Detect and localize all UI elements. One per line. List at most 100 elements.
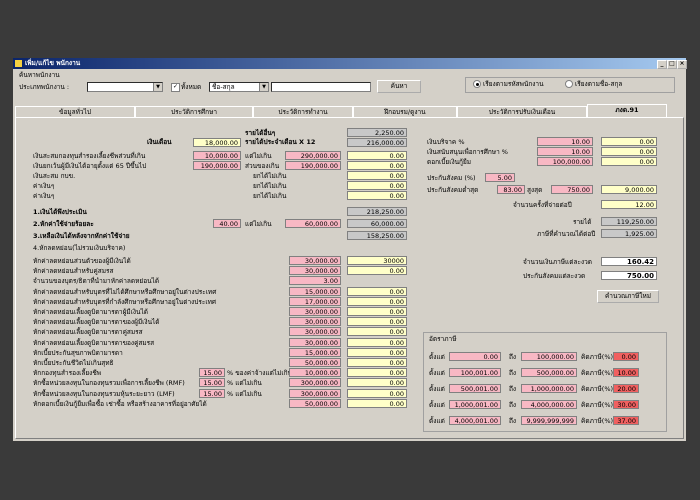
- deduction-label: หักค่าลดหย่อนเลี้ยงดูบิดามารดาของคู่สมรส: [33, 339, 155, 347]
- tab-education[interactable]: ประวัติการศึกษา: [135, 106, 253, 117]
- tax-from-field[interactable]: 0.00: [449, 352, 501, 361]
- education-support-pct[interactable]: 10.00: [537, 147, 593, 156]
- radio-selected-icon: [473, 80, 481, 88]
- deduction-max-field[interactable]: 17,000.00: [289, 297, 341, 306]
- deduction-pct-field[interactable]: 15.00: [199, 378, 225, 387]
- deduction-result-field: 0.00: [347, 399, 407, 408]
- tax-from-field[interactable]: 1,000,001.00: [449, 400, 501, 409]
- deduction-max-field[interactable]: 15,000.00: [289, 348, 341, 357]
- deduction-max-field[interactable]: 30,000.00: [289, 317, 341, 326]
- chevron-down-icon[interactable]: ▼: [153, 83, 162, 91]
- employee-type-select[interactable]: ▼: [87, 82, 163, 92]
- deduction-pct-note: % แต่ไม่เกิน: [227, 390, 262, 398]
- other1-result: 0.00: [347, 181, 407, 190]
- gpf-label: เงินสะสม กบข.: [33, 172, 76, 180]
- search-button[interactable]: ค้นหา: [377, 80, 421, 93]
- tax-to-label: ถึง: [509, 401, 517, 409]
- tax-to-field[interactable]: 4,000,000.00: [521, 400, 577, 409]
- provident-fund-max[interactable]: 290,000.00: [285, 151, 341, 160]
- loan-interest-max[interactable]: 100,000.00: [537, 157, 593, 166]
- tax-rate-field[interactable]: 0.00: [613, 352, 639, 361]
- deduction-max-field[interactable]: 30,000.00: [289, 266, 341, 275]
- tax-to-field[interactable]: 9,999,999,999: [521, 416, 577, 425]
- other-income-label: รายได้อื่นๆ: [245, 129, 276, 137]
- sort-by-id-label: เรียงตามรหัสพนักงาน: [483, 80, 544, 88]
- other1-label: ค่าเงินๆ: [33, 182, 55, 190]
- tax-to-label: ถึง: [509, 417, 517, 425]
- tax-from-label: ตั้งแต่: [429, 417, 445, 425]
- tax-rate-label: คิดภาษี(%): [581, 417, 614, 425]
- deduction-max-field[interactable]: 30,000.00: [289, 307, 341, 316]
- all-checkbox[interactable]: ✓: [171, 83, 180, 92]
- deduction-max-field[interactable]: 3.00: [289, 276, 341, 285]
- social-security-result: 9,000.00: [601, 185, 657, 194]
- deduction-max-field[interactable]: 300,000.00: [289, 389, 341, 398]
- deduction-label: จำนวนของบุตร/ธิดาที่นำมาหักค่าลดหย่อนได้: [33, 277, 160, 285]
- expense-pct-field[interactable]: 40.00: [213, 219, 241, 228]
- tax-to-field[interactable]: 500,000.00: [521, 368, 577, 377]
- assessable-income-field: 218,250.00: [347, 207, 407, 216]
- deduction-result-field: 0.00: [347, 327, 407, 336]
- close-button[interactable]: ×: [677, 60, 687, 69]
- gpf-note: ยกได้ไม่เกิน: [253, 172, 287, 180]
- deduction-max-field[interactable]: 50,000.00: [289, 399, 341, 408]
- sort-by-name-radio[interactable]: เรียงตามชื่อ-สกุล: [565, 80, 622, 89]
- other2-result: 0.00: [347, 191, 407, 200]
- tax-rate-field[interactable]: 37.00: [613, 416, 639, 425]
- tax-rate-field[interactable]: 10.00: [613, 368, 639, 377]
- income-field: 119,250.00: [601, 217, 657, 226]
- provident-fund-field[interactable]: 10,000.00: [193, 151, 241, 160]
- deduction-max-field[interactable]: 30,000.00: [289, 256, 341, 265]
- tab-general[interactable]: ข้อมูลทั่วไป: [15, 106, 135, 117]
- tax-rate-field[interactable]: 30.00: [613, 400, 639, 409]
- minimize-button[interactable]: _: [657, 60, 667, 69]
- donation-pct[interactable]: 10.00: [537, 137, 593, 146]
- age65-exempt-max[interactable]: 190,000.00: [285, 161, 341, 170]
- deduction-max-field[interactable]: 10,000.00: [289, 368, 341, 377]
- tab-training[interactable]: ฝึกอบรม/ดูงาน: [353, 106, 457, 117]
- chevron-down-icon[interactable]: ▼: [259, 83, 268, 91]
- provident-fund-label: เงินสะสมกองทุนสำรองเลี้ยงชีพส่วนที่เกิน: [33, 152, 146, 160]
- deduction-label: หักกองทุนสำรองเลี้ยงชีพ: [33, 369, 102, 377]
- tax-from-field[interactable]: 4,000,001.00: [449, 416, 501, 425]
- employee-window: เพิ่ม/แก้ไข พนักงาน _ □ × ค้นหาพนักงาน ป…: [13, 58, 687, 441]
- field-select[interactable]: ชื่อ-สกุล ▼: [209, 82, 269, 92]
- deduction-label: หักซื้อหน่วยลงทุนในกองทุนรวมหุ้นระยะยาว …: [33, 390, 175, 398]
- age65-exempt-field[interactable]: 190,000.00: [193, 161, 241, 170]
- deduction-max-field[interactable]: 50,000.00: [289, 358, 341, 367]
- tax-from-field[interactable]: 100,001.00: [449, 368, 501, 377]
- expense-max[interactable]: 60,000.00: [285, 219, 341, 228]
- deduction-result-field: 30000: [347, 256, 407, 265]
- tax-to-field[interactable]: 100,000.00: [521, 352, 577, 361]
- deduction-pct-field[interactable]: 15.00: [199, 389, 225, 398]
- tax-from-field[interactable]: 500,001.00: [449, 384, 501, 393]
- deduction-result-field: 0.00: [347, 317, 407, 326]
- salary-label: เงินเดือน: [147, 138, 172, 146]
- employee-type-label: ประเภทพนักงาน :: [19, 83, 70, 91]
- deduction-pct-field[interactable]: 15.00: [199, 368, 225, 377]
- payments-per-year[interactable]: 12.00: [601, 200, 657, 209]
- tax-to-field[interactable]: 1,000,000.00: [521, 384, 577, 393]
- search-input[interactable]: [271, 82, 371, 92]
- social-security-max[interactable]: 750.00: [551, 185, 593, 194]
- tab-pnd91[interactable]: ภงด.91: [587, 104, 667, 117]
- recalculate-tax-button[interactable]: คำนวณภาษีใหม่: [597, 290, 659, 303]
- deduction-result-field: 0.00: [347, 348, 407, 357]
- sort-by-id-radio[interactable]: เรียงตามรหัสพนักงาน: [473, 80, 544, 89]
- maximize-button[interactable]: □: [667, 60, 677, 69]
- deduction-header: 4.หักลดหย่อน(ไม่รวมเงินบริจาค): [33, 244, 126, 252]
- tab-work-history[interactable]: ประวัติการทำงาน: [253, 106, 353, 117]
- tax-from-label: ตั้งแต่: [429, 369, 445, 377]
- social-security-min[interactable]: 83.00: [497, 185, 525, 194]
- tax-rate-field[interactable]: 20.00: [613, 384, 639, 393]
- deduction-max-field[interactable]: 15,000.00: [289, 287, 341, 296]
- age65-exempt-note: ส่วนของเกิน: [245, 162, 280, 170]
- tab-salary-history[interactable]: ประวัติการปรับเงินเดือน: [457, 106, 587, 117]
- deduction-max-field[interactable]: 300,000.00: [289, 378, 341, 387]
- salary-field[interactable]: 18,000.00: [193, 138, 241, 147]
- tax-rate-label: คิดภาษี(%): [581, 385, 614, 393]
- deduction-max-field[interactable]: 30,000.00: [289, 338, 341, 347]
- deduction-max-field[interactable]: 30,000.00: [289, 327, 341, 336]
- social-security-pct[interactable]: 5.00: [485, 173, 515, 182]
- tax-from-label: ตั้งแต่: [429, 385, 445, 393]
